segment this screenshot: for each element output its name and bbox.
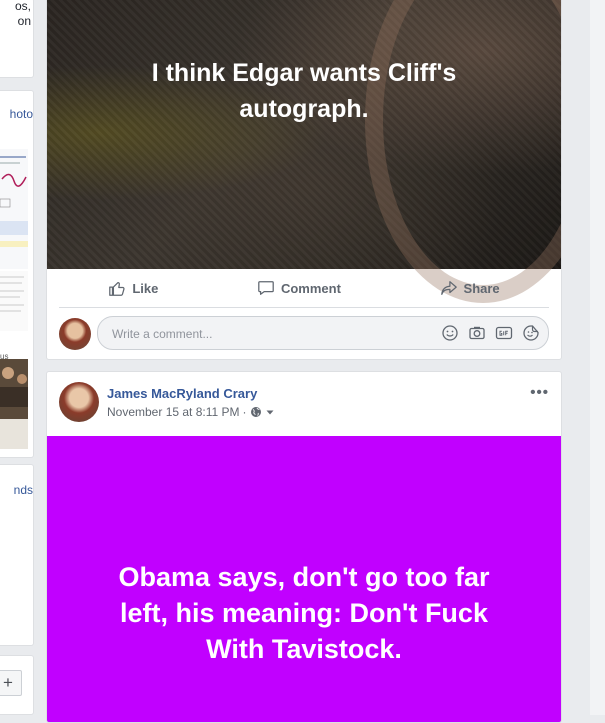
hero-text-line-1: I think Edgar wants Cliff's xyxy=(151,59,457,87)
hero2-text-line-2: left, his meaning: Don't Fuck xyxy=(120,598,488,628)
comment-button[interactable]: Comment xyxy=(257,279,341,297)
post-hero-text: I think Edgar wants Cliff's autograph. xyxy=(47,55,561,127)
photo-thumbnail-chart[interactable] xyxy=(0,149,28,269)
left-card-text-1: os, xyxy=(14,0,31,13)
meta-separator: · xyxy=(242,405,247,419)
gif-icon[interactable] xyxy=(495,324,513,342)
comment-input[interactable] xyxy=(110,323,414,345)
current-user-avatar[interactable] xyxy=(59,318,91,350)
more-icon[interactable]: ••• xyxy=(530,384,549,401)
comment-label: Comment xyxy=(280,280,341,296)
hero-text-line-2: autograph. xyxy=(239,95,369,123)
share-label: Share xyxy=(463,280,500,296)
comment-composer xyxy=(59,316,549,352)
post-actions-bar: Like Comment Share xyxy=(59,269,549,308)
comment-input-wrapper xyxy=(97,316,549,350)
post-meta: November 15 at 8:11 PM · xyxy=(107,405,275,419)
sticker-icon[interactable] xyxy=(522,324,540,342)
left-card-link-photo[interactable]: hoto xyxy=(10,107,33,121)
share-button[interactable]: Share xyxy=(440,279,500,297)
post-hero-text-2: Obama says, don't go too far left, his m… xyxy=(47,559,561,667)
left-card-partial-1: os, on xyxy=(0,0,34,78)
post-colored-background[interactable]: Obama says, don't go too far left, his m… xyxy=(47,436,561,722)
feed-post-2: James MacRyland Crary November 15 at 8:1… xyxy=(46,371,562,723)
hero2-text-line-3: With Tavistock. xyxy=(206,634,402,664)
post-timestamp[interactable]: November 15 at 8:11 PM xyxy=(107,405,240,419)
left-card-link-friends[interactable]: nds xyxy=(14,483,33,497)
add-button[interactable]: + xyxy=(0,670,22,696)
comment-attachment-icons xyxy=(441,324,540,342)
comment-icon xyxy=(258,281,274,295)
left-card-partial-4: + xyxy=(0,655,34,715)
post-header: James MacRyland Crary November 15 at 8:1… xyxy=(59,382,549,426)
caret-down-icon[interactable] xyxy=(265,407,275,417)
author-avatar[interactable] xyxy=(59,382,99,422)
post-image-background[interactable]: I think Edgar wants Cliff's autograph. xyxy=(47,0,561,303)
thumbs-up-icon xyxy=(109,281,125,296)
left-card-partial-3: nds xyxy=(0,464,34,646)
feed-post-1: I think Edgar wants Cliff's autograph. L… xyxy=(46,0,562,360)
left-card-text-2: on xyxy=(17,14,31,28)
share-icon xyxy=(440,281,457,295)
photo-thumbnail-text[interactable] xyxy=(0,271,28,331)
emoji-icon[interactable] xyxy=(441,324,459,342)
camera-icon[interactable] xyxy=(468,324,486,342)
hero2-text-line-1: Obama says, don't go too far xyxy=(118,562,490,592)
right-gutter xyxy=(590,0,605,715)
photo-thumbnail-people[interactable] xyxy=(0,359,28,449)
left-card-partial-2: hoto us xyxy=(0,90,34,458)
like-button[interactable]: Like xyxy=(108,279,158,297)
author-name-link[interactable]: James MacRyland Crary xyxy=(107,386,257,401)
globe-icon[interactable] xyxy=(250,406,262,418)
like-label: Like xyxy=(132,280,159,296)
